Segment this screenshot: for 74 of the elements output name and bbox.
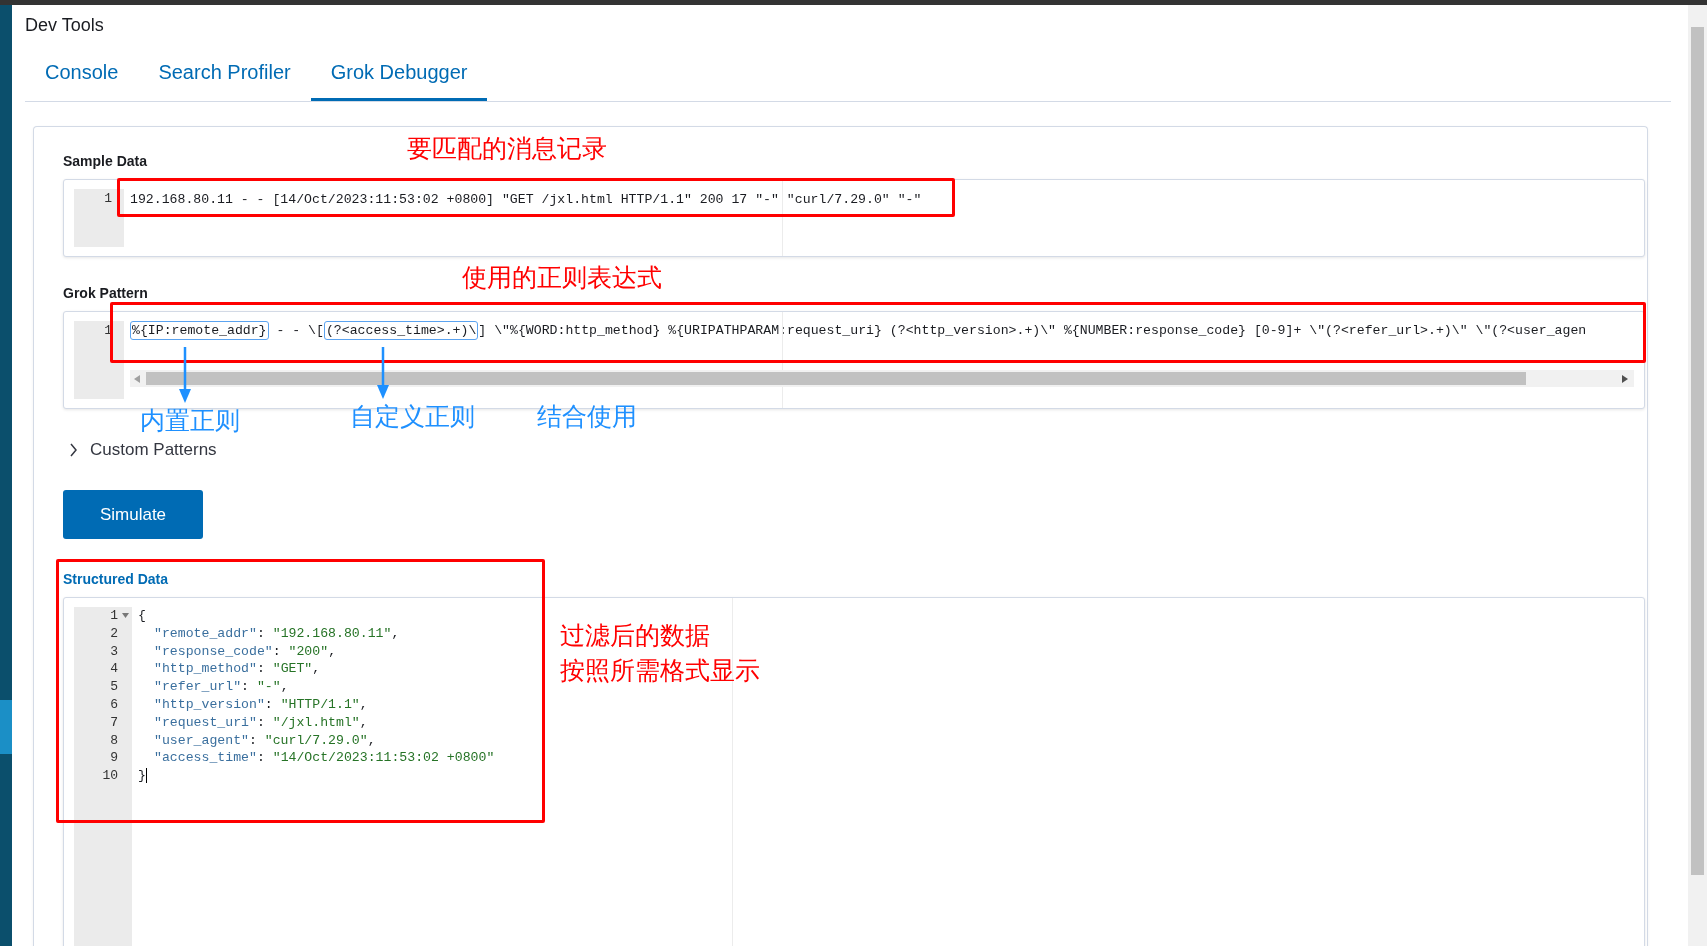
annotation-text: 要匹配的消息记录 — [407, 133, 607, 165]
json-value: "192.168.80.11" — [272, 625, 392, 641]
code-text: { — [138, 608, 146, 623]
json-key: "refer_url" — [154, 679, 242, 695]
json-value: "GET" — [272, 661, 313, 677]
json-value: "/jxl.html" — [272, 714, 360, 730]
text-cursor — [145, 768, 148, 784]
json-value: "-" — [256, 679, 281, 695]
tab[interactable]: Console — [25, 47, 139, 101]
annotation-text: 按照所需格式显示 — [560, 655, 760, 687]
section-label: Sample Data — [63, 153, 149, 171]
scroll-left-icon[interactable] — [134, 375, 140, 383]
scrollbar-thumb[interactable] — [1691, 27, 1704, 875]
code-text: : — [248, 732, 258, 748]
simulate-button[interactable]: Simulate — [63, 490, 203, 539]
code-text: : — [256, 714, 266, 730]
line-number: 4 — [109, 660, 119, 679]
line-number: 6 — [109, 696, 119, 714]
section-label: Structured Data — [63, 571, 170, 589]
json-key: "response_code" — [154, 643, 273, 659]
code-text: } — [138, 768, 146, 784]
code-text: : — [256, 750, 266, 766]
down-arrow — [377, 347, 389, 399]
code-text: : — [256, 625, 266, 641]
line-number: 9 — [109, 749, 119, 768]
json-key: "request_uri" — [154, 714, 257, 730]
annotation-text: 过滤后的数据 — [560, 620, 710, 652]
tab[interactable]: Search Profiler — [138, 47, 311, 101]
code-line: 192.168.80.11 - - [14/Oct/2023:11:53:02 +0800] "GET /jxl.html HTTP/1.1" 200 17 "-" "curl/7.29.0" "-" — [130, 191, 922, 209]
json-value: "HTTP/1.1" — [280, 697, 360, 712]
code-text: , — [367, 732, 376, 748]
line-number: 8 — [109, 731, 119, 750]
custom-patterns-toggle[interactable]: Custom Patterns — [69, 440, 217, 460]
code-text: : — [264, 697, 274, 712]
chevron-icon — [69, 443, 78, 457]
code-text: : — [241, 679, 250, 695]
json-key: "user_agent" — [154, 732, 249, 748]
line-number: 1 — [74, 607, 132, 625]
highlighted-token: %{IP:remote_addr} — [130, 321, 269, 340]
code-text: , — [312, 661, 321, 677]
json-key: "http_version" — [154, 697, 265, 712]
code-text: , — [359, 714, 368, 730]
code-text: , — [359, 697, 368, 712]
code-text: - - \[ — [275, 323, 324, 338]
line-number: 10 — [101, 767, 119, 785]
tab[interactable]: Grok Debugger — [310, 47, 488, 101]
code-text: , — [280, 679, 289, 695]
code-text: ] \"%{WORD:http_method} %{URIPATHPARAM:request_uri} (?<http_version>.+)\" %{NUMBER:response_code} [0-9]+ \"(?<refer_url>.+)\" \"(?<user_agen — [478, 323, 1587, 338]
annotation-text: 使用的正则表达式 — [462, 262, 662, 294]
highlighted-token: (?<access_time>.+)\ — [323, 321, 479, 340]
scrollbar-thumb[interactable] — [146, 372, 1526, 385]
vertical-scrollbar[interactable] — [1688, 5, 1707, 946]
fold-icon[interactable] — [122, 613, 129, 618]
json-value: "200" — [288, 643, 329, 659]
json-key: "http_method" — [154, 661, 257, 677]
scroll-right-icon[interactable] — [1622, 375, 1628, 383]
code-editor[interactable]: 1 192.168.80.11 - - [14/Oct/2023:11:53:02 +0800] "GET /jxl.html HTTP/1.1" 200 17 "-" "curl/7.29.0" "-" — [63, 179, 1645, 257]
code-text: , — [328, 643, 337, 659]
app-title: Dev Tools — [25, 15, 105, 36]
json-value: "14/Oct/2023:11:53:02 +0800" — [272, 750, 495, 766]
json-value: "curl/7.29.0" — [264, 732, 368, 748]
line-number: 3 — [109, 642, 119, 661]
horizontal-scrollbar[interactable] — [130, 370, 1634, 387]
code-text: : — [256, 661, 266, 677]
line-number: 1 — [103, 190, 113, 208]
line-number: 7 — [109, 713, 119, 732]
line-number: 5 — [109, 678, 119, 696]
section-label: Grok Pattern — [63, 285, 149, 303]
down-arrow — [179, 347, 191, 403]
json-key: "access_time" — [154, 750, 257, 766]
code-text: , — [391, 625, 400, 641]
json-key: "remote_addr" — [154, 625, 257, 641]
code-text: : — [272, 643, 282, 659]
line-number: 2 — [109, 624, 119, 643]
